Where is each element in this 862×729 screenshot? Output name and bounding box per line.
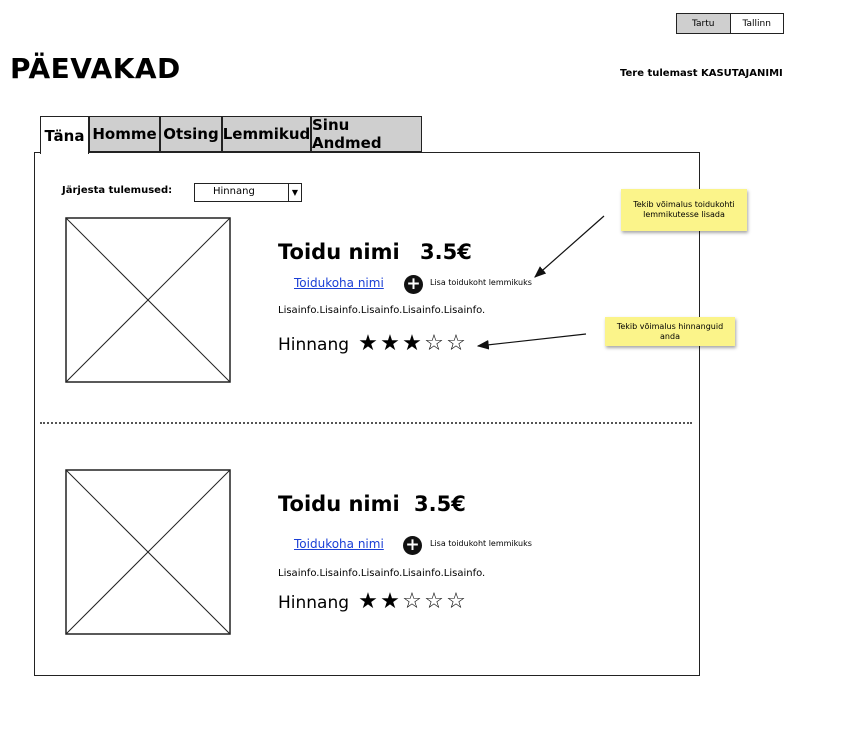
rating-stars: ★ ★ ★ ☆ ☆ xyxy=(357,333,467,355)
sort-dropdown-value: Hinnang xyxy=(213,186,255,197)
food-price: 3.5€ xyxy=(414,492,466,516)
sort-dropdown[interactable]: Hinnang ▼ xyxy=(194,183,302,202)
star-empty-icon[interactable]: ☆ xyxy=(423,333,445,355)
star-empty-icon[interactable]: ☆ xyxy=(445,591,467,613)
tab-sinu-andmed[interactable]: Sinu Andmed xyxy=(311,116,422,152)
app-title: PÄEVAKAD xyxy=(10,52,181,85)
sticky-note-favorites: Tekib võimalus toidukohti lemmikutesse l… xyxy=(621,189,747,231)
food-info: Lisainfo.Lisainfo.Lisainfo.Lisainfo.Lisa… xyxy=(278,568,486,579)
restaurant-link[interactable]: Toidukoha nimi xyxy=(294,276,384,290)
sort-label: Järjesta tulemused: xyxy=(62,185,173,196)
welcome-text: Tere tulemast KASUTAJANIMI xyxy=(620,68,783,79)
star-filled-icon[interactable]: ★ xyxy=(379,591,401,613)
add-favorite-label: Lisa toidukoht lemmikuks xyxy=(430,278,532,287)
image-placeholder-icon xyxy=(65,217,231,383)
tab-lemmikud[interactable]: Lemmikud xyxy=(222,116,311,152)
food-name: Toidu nimi xyxy=(278,240,400,264)
item-divider xyxy=(40,422,692,424)
image-placeholder-icon xyxy=(65,469,231,635)
add-favorite-label: Lisa toidukoht lemmikuks xyxy=(430,539,532,548)
food-info: Lisainfo.Lisainfo.Lisainfo.Lisainfo.Lisa… xyxy=(278,305,486,316)
rating-stars: ★ ★ ☆ ☆ ☆ xyxy=(357,591,467,613)
city-tallinn-button[interactable]: Tallinn xyxy=(731,14,784,33)
restaurant-link[interactable]: Toidukoha nimi xyxy=(294,537,384,551)
star-empty-icon[interactable]: ☆ xyxy=(401,591,423,613)
star-empty-icon[interactable]: ☆ xyxy=(445,333,467,355)
star-filled-icon[interactable]: ★ xyxy=(379,333,401,355)
tab-tana[interactable]: Täna xyxy=(40,116,89,154)
star-filled-icon[interactable]: ★ xyxy=(357,333,379,355)
star-filled-icon[interactable]: ★ xyxy=(357,591,379,613)
rating-label: Hinnang xyxy=(278,593,350,613)
sticky-note-ratings: Tekib võimalus hinnanguid anda xyxy=(605,317,735,346)
tab-otsing[interactable]: Otsing xyxy=(160,116,222,152)
plus-circle-icon[interactable]: + xyxy=(403,536,422,555)
star-empty-icon[interactable]: ☆ xyxy=(423,591,445,613)
tab-homme[interactable]: Homme xyxy=(89,116,160,152)
plus-circle-icon[interactable]: + xyxy=(404,275,423,294)
city-tartu-button[interactable]: Tartu xyxy=(677,14,731,33)
chevron-down-icon[interactable]: ▼ xyxy=(288,184,301,201)
city-toggle: Tartu Tallinn xyxy=(676,13,784,34)
star-filled-icon[interactable]: ★ xyxy=(401,333,423,355)
food-price: 3.5€ xyxy=(420,240,472,264)
rating-label: Hinnang xyxy=(278,335,350,355)
food-name: Toidu nimi xyxy=(278,492,400,516)
